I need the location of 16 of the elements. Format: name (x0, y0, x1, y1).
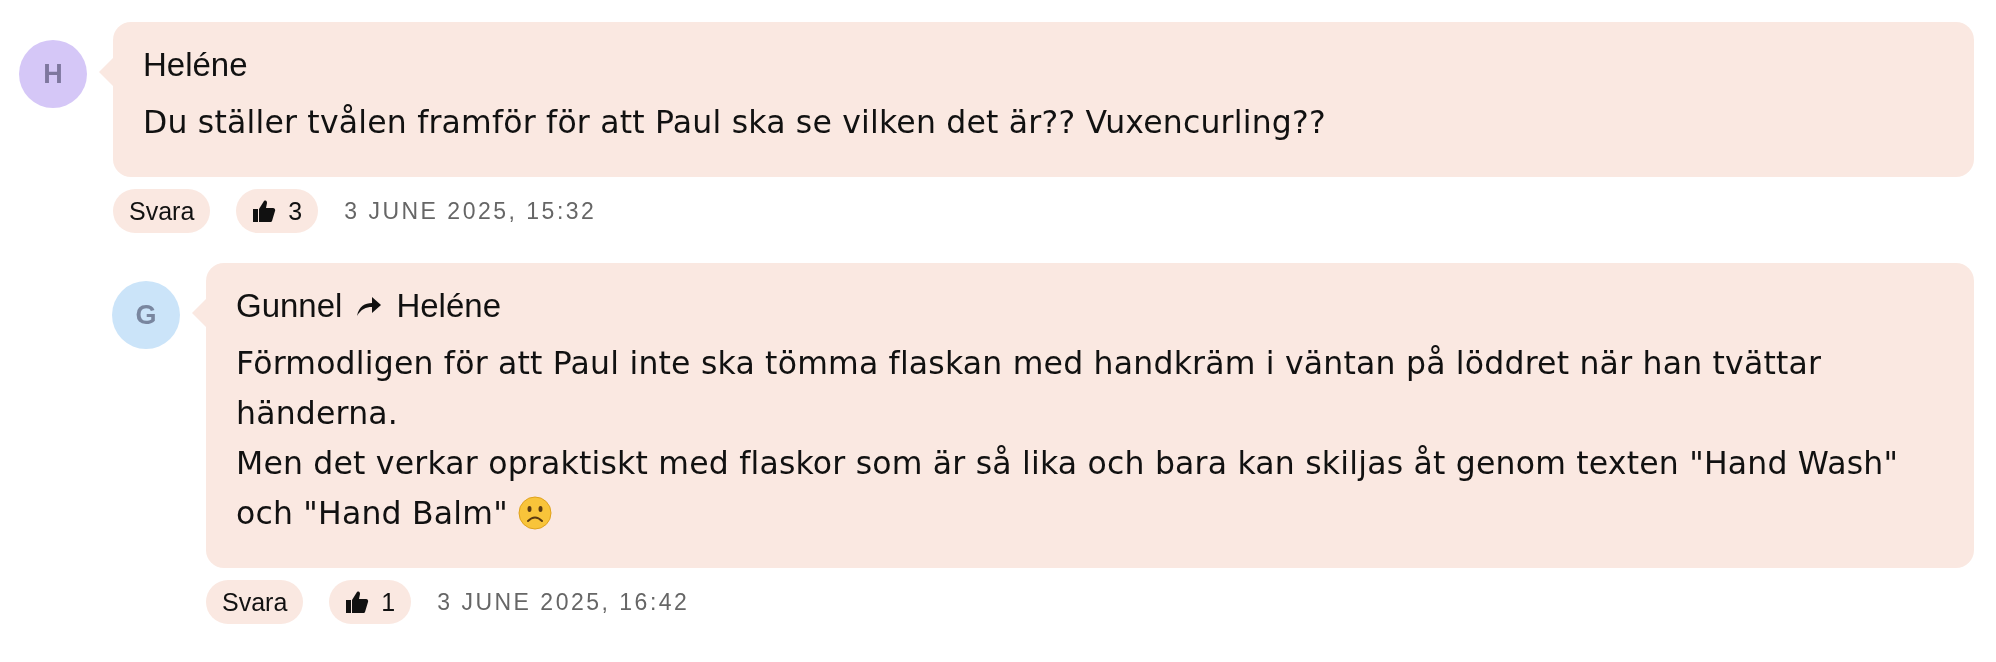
reply-button[interactable]: Svara (206, 579, 304, 624)
reply-to-name: Heléne (396, 285, 501, 326)
thumbs-up-icon (252, 198, 277, 223)
timestamp: 3 JUNE 2025, 16:42 (437, 587, 690, 617)
like-button[interactable]: 1 (329, 579, 412, 624)
comment-text: Förmodligen för att Paul inte ska tömma flaskan med handkräm i väntan på löddret när han tvättar händerna. (236, 343, 1823, 433)
avatar: H (19, 40, 87, 108)
reply-button[interactable]: Svara (113, 188, 211, 233)
avatar: G (112, 280, 180, 349)
timestamp: 3 JUNE 2025, 15:32 (344, 196, 597, 226)
like-button[interactable]: 3 (236, 188, 319, 233)
author-name: Heléne (143, 45, 248, 85)
comment-text: Men det verkar opraktiskt med flaskor som är så lika och bara kan skiljas åt genom texten "Hand Wash" och "Hand Balm" (236, 443, 1900, 533)
comment-text: Du ställer tvålen framför för att Paul ska se vilken det är?? Vuxencurling?? (143, 102, 1327, 142)
author-name: Gunnel (236, 285, 343, 326)
thumbs-up-icon (345, 589, 370, 614)
